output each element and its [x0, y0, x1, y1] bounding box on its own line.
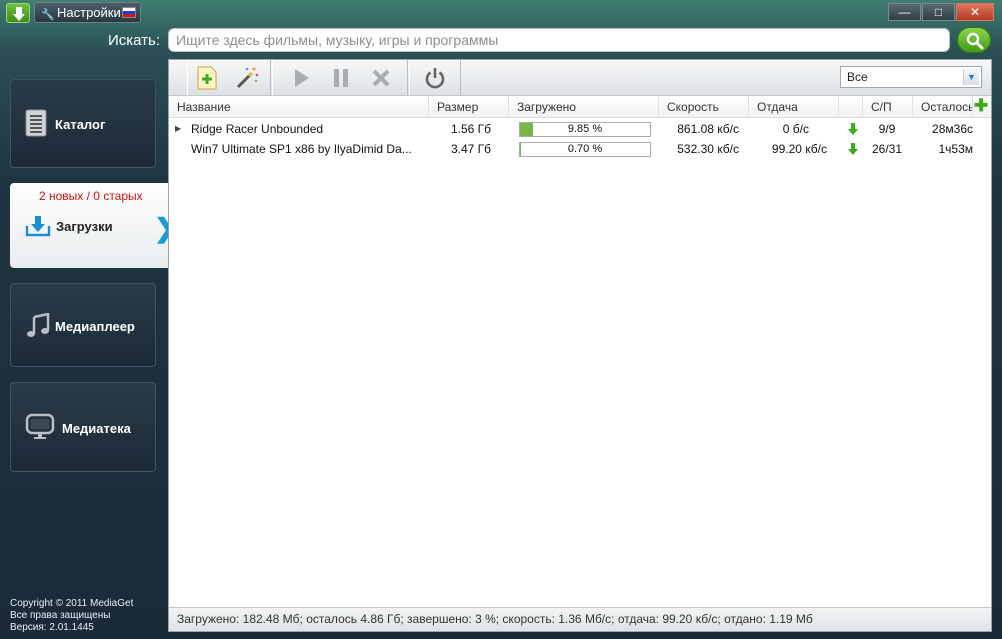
column-header-peers[interactable]: С/П [863, 96, 913, 118]
sidebar-item-label: Медиатека [62, 421, 131, 436]
table-header: Название Размер Загружено Скорость Отдач… [169, 96, 991, 118]
column-header-downloaded[interactable]: Загружено [509, 96, 659, 118]
window-controls: — □ ✕ [887, 3, 994, 21]
magic-wand-button[interactable] [234, 66, 259, 90]
column-header-speed[interactable]: Скорость [659, 96, 749, 118]
column-header-remaining[interactable]: Осталось [913, 96, 973, 118]
add-torrent-button[interactable] [196, 66, 220, 90]
dropdown-arrow-icon[interactable]: ▼ [963, 69, 979, 85]
filter-select[interactable]: Все ▼ [840, 66, 982, 88]
status-bar: Загружено: 182.48 Мб; осталось 4.86 Гб; … [169, 607, 991, 631]
table-row[interactable]: Win7 Ultimate SP1 x86 by IlyaDimid Da...… [169, 139, 991, 159]
sidebar-item-downloads[interactable]: 2 новых / 0 старых Загрузки ❯ [10, 183, 176, 268]
toolbar-group-add [187, 60, 271, 95]
pause-icon [334, 69, 348, 87]
search-button[interactable] [957, 27, 991, 53]
row-remaining: 28м36с [932, 122, 973, 136]
downloads-count-badge: 2 новых / 0 старых [39, 189, 143, 203]
add-column-icon[interactable]: ✚ [974, 97, 988, 114]
row-speed: 532.30 кб/с [677, 142, 739, 156]
remove-button[interactable] [369, 66, 393, 90]
music-note-icon [27, 313, 50, 337]
sidebar-item-label: Медиаплеер [55, 319, 135, 334]
progress-text: 9.85 % [567, 123, 603, 135]
progress-bar: 0.70 % [519, 142, 651, 157]
row-name: Win7 Ultimate SP1 x86 by IlyaDimid Da... [191, 142, 412, 156]
download-arrow-icon [848, 123, 858, 135]
title-bar: 🔧 Настройки — □ ✕ [0, 0, 1002, 26]
wrench-icon: 🔧 [41, 9, 55, 21]
sidebar-item-mediaplayer[interactable]: Медиаплеер [10, 283, 156, 367]
magic-wand-icon [236, 67, 259, 89]
minimize-button[interactable]: — [888, 3, 921, 21]
download-arrow-icon [848, 143, 858, 155]
row-peers: 26/31 [871, 142, 903, 156]
app-logo-icon[interactable] [6, 3, 30, 23]
downloads-panel: Все ▼ Название Размер Загружено Скорость… [168, 59, 992, 632]
settings-button[interactable]: 🔧 Настройки [34, 2, 141, 23]
toolbar-group-control [272, 60, 408, 95]
row-speed: 861.08 кб/с [677, 122, 739, 136]
sidebar-item-label: Загрузки [56, 219, 113, 234]
shutdown-button[interactable] [423, 66, 447, 90]
toolbar: Все ▼ [169, 60, 991, 96]
column-header-direction[interactable] [839, 96, 863, 118]
column-header-name[interactable]: Название [169, 96, 429, 118]
start-button[interactable] [289, 66, 313, 90]
column-header-upload[interactable]: Отдача [749, 96, 839, 118]
row-size: 3.47 Гб [450, 142, 491, 156]
sidebar-item-label: Каталог [55, 117, 106, 132]
progress-text: 0.70 % [567, 143, 603, 155]
row-upload: 0 б/с [782, 122, 809, 136]
toolbar-group-power [409, 60, 461, 95]
maximize-button[interactable]: □ [922, 3, 955, 21]
close-button[interactable]: ✕ [956, 3, 994, 21]
downloads-icon [25, 216, 51, 237]
search-label: Искать: [108, 32, 161, 49]
catalog-icon [25, 109, 47, 137]
rights-text: Все права защищены [10, 610, 111, 621]
sidebar-item-medialibrary[interactable]: Медиатека [10, 382, 156, 472]
row-upload: 99.20 кб/с [771, 142, 827, 156]
settings-label: Настройки [57, 5, 121, 20]
version-text: Версия: 2.01.1445 [10, 622, 94, 633]
expand-arrow-icon[interactable]: ▶ [175, 119, 181, 139]
column-header-size[interactable]: Размер [429, 96, 509, 118]
delete-icon [372, 69, 390, 87]
row-size: 1.56 Гб [450, 122, 491, 136]
pause-button[interactable] [329, 66, 353, 90]
monitor-icon [25, 413, 55, 439]
table-row[interactable]: ▶ Ridge Racer Unbounded 1.56 Гб 9.85 % 8… [169, 119, 991, 139]
copyright-text: Copyright © 2011 MediaGet [10, 598, 134, 609]
sidebar-item-catalog[interactable]: Каталог [10, 79, 156, 168]
sidebar-footer: Copyright © 2011 MediaGet Все права защи… [10, 598, 133, 634]
progress-bar: 9.85 % [519, 122, 651, 137]
filter-selected-value: Все [847, 70, 868, 84]
row-name: Ridge Racer Unbounded [191, 122, 324, 136]
row-remaining: 1ч53м [938, 142, 973, 156]
row-peers: 9/9 [878, 122, 896, 136]
search-input[interactable] [168, 28, 950, 52]
play-icon [295, 69, 309, 87]
power-icon [425, 68, 445, 89]
search-icon [966, 32, 984, 50]
russian-flag-icon[interactable] [122, 7, 136, 18]
add-file-icon [197, 66, 217, 90]
